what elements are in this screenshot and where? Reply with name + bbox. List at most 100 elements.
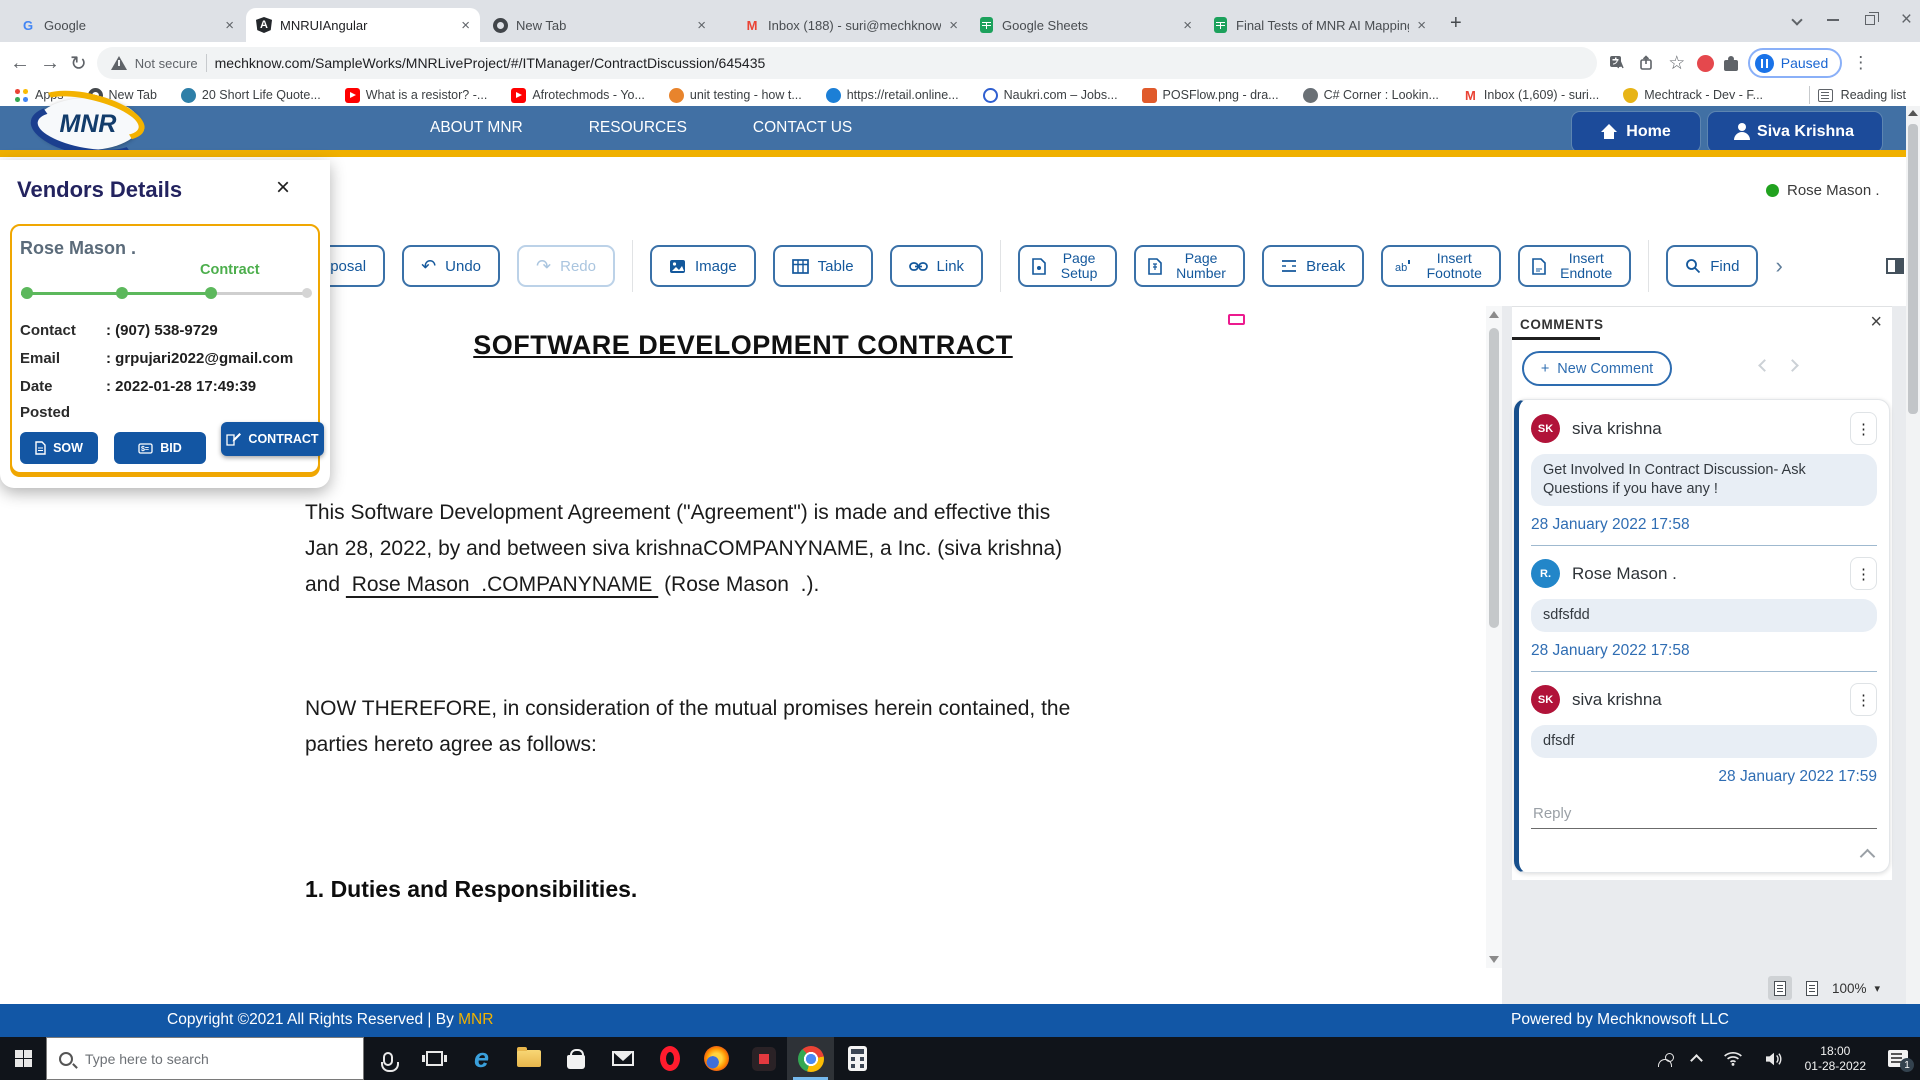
page-setup-button[interactable]: Page Setup <box>1018 245 1117 287</box>
scroll-down-icon[interactable] <box>1489 956 1499 963</box>
reload-icon[interactable]: ↻ <box>70 51 87 76</box>
mail-button[interactable] <box>599 1037 646 1080</box>
adobe-app-button[interactable] <box>740 1037 787 1080</box>
document-scrollbar[interactable] <box>1486 306 1502 968</box>
volume-icon[interactable] <box>1765 1051 1783 1067</box>
insert-endnote-button[interactable]: Insert Endnote <box>1518 245 1631 287</box>
tray-expand-icon[interactable] <box>1690 1054 1703 1067</box>
file-explorer-button[interactable] <box>505 1037 552 1080</box>
reply-input[interactable] <box>1531 802 1877 829</box>
tab-gmail-inbox[interactable]: M Inbox (188) - suri@mechknowso × <box>734 8 968 42</box>
chrome-button[interactable] <box>787 1037 834 1080</box>
tab-google-sheets[interactable]: Google Sheets × <box>968 8 1202 42</box>
microphone-button[interactable] <box>364 1037 411 1080</box>
bookmark-mechtrack[interactable]: Mechtrack - Dev - F... <box>1623 88 1763 103</box>
insert-footnote-button[interactable]: ab Insert Footnote <box>1381 245 1501 287</box>
comment-menu-icon[interactable]: ⋮ <box>1850 683 1877 716</box>
zoom-level[interactable]: 100% <box>1832 981 1867 996</box>
scrollbar-thumb[interactable] <box>1489 328 1499 628</box>
popup-close-icon[interactable]: × <box>276 174 290 202</box>
adblock-extension-icon[interactable] <box>1697 55 1714 72</box>
task-view-button[interactable] <box>411 1037 458 1080</box>
next-comment-arrow-icon[interactable] <box>1786 359 1799 372</box>
start-button[interactable] <box>0 1050 46 1067</box>
people-icon[interactable] <box>1658 1053 1670 1065</box>
new-tab-button[interactable]: + <box>1450 12 1462 35</box>
scroll-up-icon[interactable] <box>1489 311 1499 318</box>
bookmark-posflow[interactable]: POSFlow.png - dra... <box>1142 88 1279 103</box>
tab-close-icon[interactable]: × <box>1417 18 1426 33</box>
zoom-caret-icon[interactable]: ▾ <box>1875 982 1881 995</box>
store-button[interactable] <box>552 1037 599 1080</box>
calculator-button[interactable] <box>834 1037 881 1080</box>
nav-resources[interactable]: RESOURCES <box>589 119 687 137</box>
sync-paused-button[interactable]: Paused <box>1748 48 1842 78</box>
action-center-icon[interactable]: 1 <box>1888 1050 1908 1067</box>
reading-list-button[interactable]: Reading list <box>1809 86 1906 104</box>
chevron-down-icon[interactable] <box>1791 14 1802 25</box>
wifi-icon[interactable] <box>1723 1051 1743 1066</box>
scroll-up-icon[interactable] <box>1908 110 1918 116</box>
firefox-button[interactable] <box>693 1037 740 1080</box>
new-comment-button[interactable]: + New Comment <box>1522 351 1672 386</box>
search-input[interactable] <box>85 1051 325 1067</box>
redo-button[interactable]: ↷ Redo <box>517 245 615 287</box>
find-button[interactable]: Find <box>1666 245 1758 287</box>
comment-menu-icon[interactable]: ⋮ <box>1850 557 1877 590</box>
tab-mnruiangular[interactable]: A MNRUIAngular × <box>246 8 480 42</box>
side-panel-toggle-icon[interactable] <box>1886 258 1904 274</box>
collapse-chevron-icon[interactable] <box>1860 849 1876 865</box>
sow-button[interactable]: SOW <box>20 432 98 464</box>
bookmark-unit-testing[interactable]: unit testing - how t... <box>669 88 802 103</box>
translate-icon[interactable] <box>1607 53 1627 73</box>
mnr-logo[interactable]: MNR <box>36 98 140 150</box>
nav-contact-us[interactable]: CONTACT US <box>753 119 852 137</box>
back-icon[interactable]: ← <box>10 52 30 75</box>
tab-close-icon[interactable]: × <box>461 18 470 33</box>
tab-google[interactable]: G Google × <box>10 8 244 42</box>
image-button[interactable]: Image <box>650 245 756 287</box>
bookmark-inbox[interactable]: MInbox (1,609) - suri... <box>1463 88 1599 103</box>
opera-button[interactable] <box>646 1037 693 1080</box>
not-secure-warning-icon[interactable] <box>111 56 127 70</box>
bid-button[interactable]: $= BID <box>114 432 206 464</box>
taskbar-clock[interactable]: 18:00 01-28-2022 <box>1805 1044 1866 1074</box>
tab-close-icon[interactable]: × <box>1183 18 1192 33</box>
bookmark-star-icon[interactable]: ☆ <box>1667 53 1687 73</box>
url-text[interactable]: mechknow.com/SampleWorks/MNRLiveProject/… <box>215 55 766 71</box>
restore-icon[interactable] <box>1865 15 1875 25</box>
footer-brand-link[interactable]: MNR <box>458 1011 493 1028</box>
bookmark-retail[interactable]: https://retail.online... <box>826 88 959 103</box>
edge-taskbar-button[interactable]: Me <box>458 1037 505 1080</box>
comment-anchor-marker[interactable] <box>1228 314 1245 325</box>
taskbar-search[interactable] <box>46 1037 364 1080</box>
tab-close-icon[interactable]: × <box>697 18 706 33</box>
home-button[interactable]: Home <box>1572 112 1700 152</box>
link-button[interactable]: Link <box>890 245 984 287</box>
contract-button[interactable]: CONTRACT <box>221 422 324 456</box>
prev-comment-arrow-icon[interactable] <box>1758 359 1771 372</box>
bookmark-csharp-corner[interactable]: C# Corner : Lookin... <box>1303 88 1439 103</box>
bookmark-afrotechmods[interactable]: Afrotechmods - Yo... <box>511 88 645 103</box>
bookmark-naukri[interactable]: Naukri.com – Jobs... <box>983 88 1118 103</box>
comment-menu-icon[interactable]: ⋮ <box>1850 412 1877 445</box>
close-window-icon[interactable]: × <box>1901 10 1912 29</box>
extensions-puzzle-icon[interactable] <box>1724 60 1738 71</box>
break-button[interactable]: Break <box>1262 245 1364 287</box>
user-button[interactable]: Siva Krishna <box>1708 112 1882 152</box>
bookmark-resistor[interactable]: What is a resistor? -... <box>345 88 488 103</box>
bookmark-quotes[interactable]: 20 Short Life Quote... <box>181 88 321 103</box>
undo-button[interactable]: ↶ Undo <box>402 245 500 287</box>
toolbar-overflow-chevron-icon[interactable]: › <box>1775 253 1782 279</box>
scrollbar-thumb[interactable] <box>1908 124 1918 414</box>
comments-close-icon[interactable]: × <box>1870 311 1882 334</box>
share-icon[interactable] <box>1637 53 1657 73</box>
page-scrollbar[interactable] <box>1906 106 1920 1004</box>
table-button[interactable]: Table <box>773 245 873 287</box>
forward-icon[interactable]: → <box>40 52 60 75</box>
page-number-button[interactable]: Page Number <box>1134 245 1245 287</box>
tab-final-tests[interactable]: Final Tests of MNR AI Mapping S × <box>1202 8 1436 42</box>
browser-menu-icon[interactable]: ⋮ <box>1852 53 1869 73</box>
tab-close-icon[interactable]: × <box>225 18 234 33</box>
tab-close-icon[interactable]: × <box>949 18 958 33</box>
